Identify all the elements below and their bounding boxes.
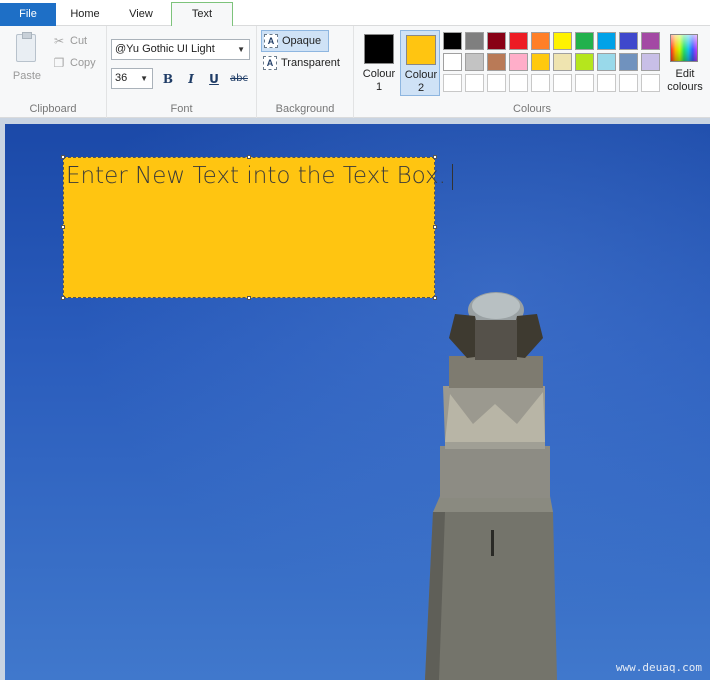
palette-swatch[interactable] (641, 53, 660, 71)
tab-view[interactable]: View (113, 3, 169, 26)
copy-label: Copy (70, 57, 96, 69)
opaque-label: Opaque (282, 35, 322, 47)
font-family-value: @Yu Gothic UI Light (115, 43, 215, 55)
palette-swatch[interactable] (531, 53, 550, 71)
palette-swatch[interactable] (509, 32, 528, 50)
palette-swatch[interactable] (487, 53, 506, 71)
palette-swatch[interactable] (553, 53, 572, 71)
palette-swatch[interactable] (443, 32, 462, 50)
palette-swatch[interactable] (465, 32, 484, 50)
colours-group-label: Colours (513, 103, 551, 115)
resize-handle-bottom-right[interactable] (433, 296, 437, 300)
tab-text[interactable]: Text (171, 2, 233, 26)
resize-handle-left[interactable] (61, 225, 65, 229)
edit-colours-label: Edit colours (667, 68, 703, 93)
ribbon: Paste ✂ Cut ❐ Copy Clipboard @Yu Gothic … (0, 26, 710, 118)
palette-swatch[interactable] (553, 74, 572, 92)
colour-1-label: Colour 1 (362, 68, 396, 93)
palette-swatch[interactable] (641, 32, 660, 50)
background-group-label: Background (275, 103, 335, 115)
palette-swatch[interactable] (465, 74, 484, 92)
transparent-icon: A (263, 56, 277, 70)
underline-button[interactable]: U (204, 70, 224, 88)
palette-swatch[interactable] (487, 74, 506, 92)
palette-swatch[interactable] (465, 53, 484, 71)
colour-spectrum-icon (670, 34, 698, 62)
scissors-icon: ✂ (53, 34, 65, 48)
edit-colours-button[interactable]: Edit colours (665, 30, 705, 96)
colour-2-button[interactable]: Colour 2 (400, 30, 440, 96)
font-family-select[interactable]: @Yu Gothic UI Light ▼ (111, 39, 250, 60)
copy-icon: ❐ (53, 56, 65, 70)
resize-handle-top-right[interactable] (433, 155, 437, 159)
text-box[interactable]: Enter New Text into the Text Box. (61, 155, 453, 300)
chevron-down-icon: ▼ (140, 74, 148, 83)
paste-label: Paste (12, 70, 42, 82)
colour-2-label: Colour 2 (404, 69, 438, 94)
palette-swatch[interactable] (509, 53, 528, 71)
palette-swatch[interactable] (531, 32, 550, 50)
clipboard-group: Paste ✂ Cut ❐ Copy Clipboard (0, 26, 107, 118)
tab-home[interactable]: Home (57, 3, 113, 26)
clipboard-icon (16, 32, 36, 62)
text-box-content[interactable]: Enter New Text into the Text Box. (66, 163, 453, 190)
font-group: @Yu Gothic UI Light ▼ 36 ▼ B I U abc Fon… (107, 26, 257, 118)
chevron-down-icon: ▼ (237, 45, 245, 54)
cut-button[interactable]: ✂ Cut (50, 33, 104, 51)
resize-handle-bottom-left[interactable] (61, 296, 65, 300)
background-group: A Opaque A Transparent Background (257, 26, 354, 118)
colour-1-swatch (364, 34, 394, 64)
colour-palette (443, 32, 663, 96)
palette-swatch[interactable] (575, 53, 594, 71)
palette-swatch[interactable] (597, 53, 616, 71)
cut-label: Cut (70, 35, 88, 47)
palette-swatch[interactable] (619, 53, 638, 71)
font-size-select[interactable]: 36 ▼ (111, 68, 153, 89)
text-caret (451, 163, 453, 190)
canvas-workspace: Enter New Text into the Text Box. www.de… (0, 118, 710, 680)
palette-swatch[interactable] (597, 74, 616, 92)
palette-swatch[interactable] (619, 74, 638, 92)
transparent-button[interactable]: A Transparent (261, 53, 347, 75)
palette-swatch[interactable] (487, 32, 506, 50)
italic-button[interactable]: I (181, 70, 201, 88)
resize-handle-top[interactable] (247, 155, 251, 159)
font-size-value: 36 (115, 72, 128, 84)
palette-swatch[interactable] (531, 74, 550, 92)
palette-swatch[interactable] (443, 74, 462, 92)
drawing-canvas[interactable]: Enter New Text into the Text Box. www.de… (5, 124, 710, 680)
colours-group: Colour 1 Colour 2 Edit colours Colours (354, 26, 710, 118)
palette-swatch[interactable] (575, 74, 594, 92)
palette-swatch[interactable] (641, 74, 660, 92)
font-group-label: Font (170, 103, 193, 115)
colour-1-button[interactable]: Colour 1 (359, 30, 399, 96)
resize-handle-right[interactable] (433, 225, 437, 229)
copy-button[interactable]: ❐ Copy (50, 55, 104, 73)
transparent-label: Transparent (281, 57, 340, 69)
clipboard-group-label: Clipboard (29, 103, 77, 115)
watermark: www.deuaq.com (615, 661, 702, 674)
palette-swatch[interactable] (509, 74, 528, 92)
palette-swatch[interactable] (443, 53, 462, 71)
opaque-icon: A (264, 34, 278, 48)
resize-handle-bottom[interactable] (247, 296, 251, 300)
tab-file[interactable]: File (0, 3, 56, 26)
ribbon-tabs: File Home View Text (0, 0, 710, 26)
palette-swatch[interactable] (575, 32, 594, 50)
strikethrough-button[interactable]: abc (227, 70, 251, 88)
bold-button[interactable]: B (158, 70, 178, 88)
palette-swatch[interactable] (597, 32, 616, 50)
colour-2-swatch (406, 35, 436, 65)
opaque-button[interactable]: A Opaque (261, 30, 329, 52)
text-box-text: Enter New Text into the Text Box. (66, 163, 446, 189)
palette-swatch[interactable] (619, 32, 638, 50)
paste-button[interactable]: Paste (8, 32, 46, 86)
resize-handle-top-left[interactable] (61, 155, 65, 159)
palette-swatch[interactable] (553, 32, 572, 50)
